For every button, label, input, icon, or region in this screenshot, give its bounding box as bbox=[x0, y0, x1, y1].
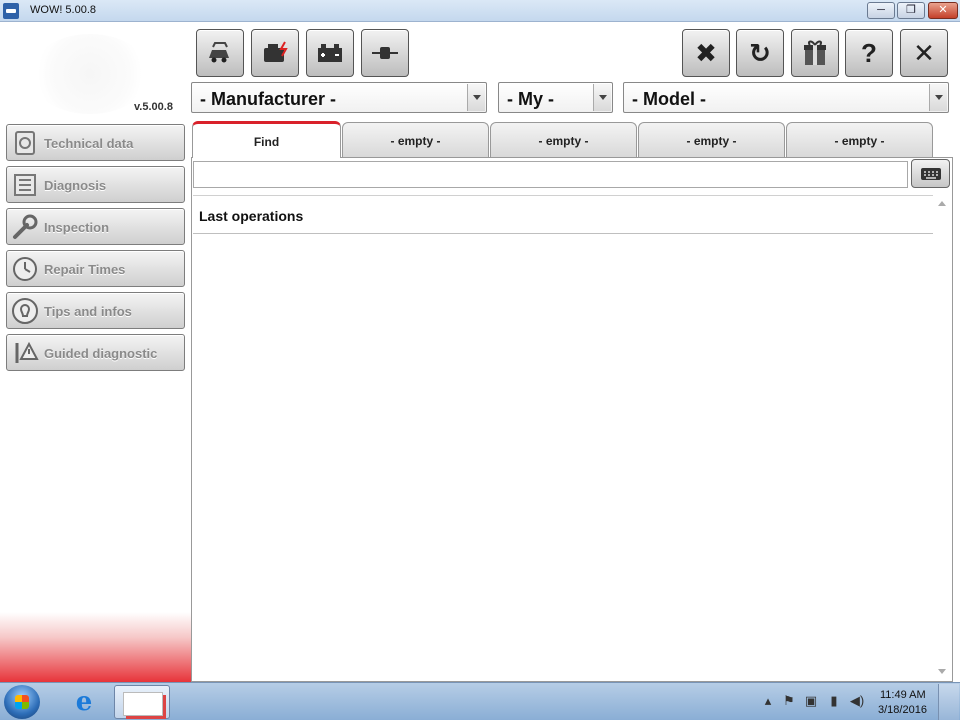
clock-time[interactable]: 11:49 AM bbox=[880, 689, 926, 701]
sidebar-item-diagnosis[interactable]: Diagnosis bbox=[6, 166, 185, 203]
vehicles-button[interactable] bbox=[196, 29, 244, 77]
window-close-button[interactable]: ✕ bbox=[928, 2, 958, 19]
sidebar-item-technical-data[interactable]: Technical data bbox=[6, 124, 185, 161]
sidebar-item-label: Repair Times bbox=[44, 262, 126, 277]
version-label: v.5.00.8 bbox=[134, 101, 173, 113]
sidebar-item-label: Technical data bbox=[44, 136, 134, 151]
scroll-up-icon[interactable] bbox=[938, 201, 946, 206]
internet-explorer-icon[interactable]: e bbox=[70, 688, 98, 716]
help-button[interactable]: ? bbox=[845, 29, 893, 77]
tab-find[interactable]: Find bbox=[192, 121, 341, 158]
plug-icon bbox=[372, 47, 398, 59]
minimize-button[interactable]: ─ bbox=[867, 2, 895, 19]
lightbulb-icon bbox=[10, 296, 40, 326]
close-icon: ✕ bbox=[938, 4, 948, 16]
keyboard-icon bbox=[920, 167, 941, 180]
engine-button[interactable] bbox=[251, 29, 299, 77]
settings-tools-button[interactable]: ✖ bbox=[682, 29, 730, 77]
last-operations-title: Last operations bbox=[199, 208, 304, 224]
wrench-icon bbox=[10, 212, 40, 242]
tray-expand-icon[interactable]: ▴ bbox=[760, 693, 776, 709]
vertical-scrollbar[interactable] bbox=[933, 195, 950, 680]
taskbar: e ▴ ⚑ ▣ ▮ ◀) 11:49 AM 3/18/2016 bbox=[0, 682, 960, 720]
minimize-icon: ─ bbox=[877, 4, 885, 16]
action-center-icon[interactable]: ⚑ bbox=[781, 693, 797, 709]
logo-watermark bbox=[30, 34, 150, 114]
network-icon[interactable]: ▮ bbox=[826, 693, 842, 709]
sidebar-item-tips[interactable]: Tips and infos bbox=[6, 292, 185, 329]
last-operations-list: Last operations bbox=[193, 195, 933, 680]
update-button[interactable]: ↻ bbox=[736, 29, 784, 77]
taskbar-app-button[interactable] bbox=[114, 685, 170, 719]
tab-label: Find bbox=[253, 135, 280, 149]
sidebar-item-label: Guided diagnostic bbox=[44, 346, 158, 361]
my-value: - My - bbox=[507, 89, 554, 109]
battery-icon bbox=[318, 44, 342, 62]
refresh-icon: ↻ bbox=[749, 38, 771, 68]
manufacturer-value: - Manufacturer - bbox=[200, 89, 337, 109]
tab-empty-2[interactable]: - empty - bbox=[490, 122, 637, 157]
car-manual-icon bbox=[10, 128, 40, 158]
sidebar-item-label: Tips and infos bbox=[44, 304, 132, 319]
tools-icon: ✖ bbox=[695, 38, 717, 68]
maximize-button[interactable]: ❐ bbox=[897, 2, 925, 19]
chevron-down-icon[interactable] bbox=[593, 84, 611, 111]
device-icon[interactable]: ▣ bbox=[803, 693, 819, 709]
gift-button[interactable] bbox=[791, 29, 839, 77]
volume-icon[interactable]: ◀) bbox=[849, 693, 865, 709]
tab-empty-1[interactable]: - empty - bbox=[342, 122, 489, 157]
car-stack-icon bbox=[209, 42, 229, 63]
sidebar-item-guided-diagnostic[interactable]: Guided diagnostic bbox=[6, 334, 185, 371]
keyboard-button[interactable] bbox=[911, 159, 950, 188]
model-value: - Model - bbox=[632, 89, 706, 109]
battery-button[interactable] bbox=[306, 29, 354, 77]
connector-button[interactable] bbox=[361, 29, 409, 77]
engine-icon bbox=[264, 41, 288, 62]
close-app-button[interactable]: ✕ bbox=[900, 29, 948, 77]
sidebar-item-label: Diagnosis bbox=[44, 178, 107, 193]
help-icon: ? bbox=[861, 38, 877, 68]
chevron-down-icon[interactable] bbox=[929, 84, 947, 111]
clock-date[interactable]: 3/18/2016 bbox=[878, 704, 927, 716]
tab-label: - empty - bbox=[686, 134, 737, 148]
gift-icon bbox=[804, 40, 826, 65]
sidebar-item-label: Inspection bbox=[44, 220, 110, 235]
show-desktop-button[interactable] bbox=[938, 684, 959, 720]
sidebar-item-repair-times[interactable]: Repair Times bbox=[6, 250, 185, 287]
tab-empty-3[interactable]: - empty - bbox=[638, 122, 785, 157]
ecu-diagnosis-icon bbox=[10, 170, 40, 200]
clock-icon bbox=[10, 254, 40, 284]
window-titlebar: WOW! 5.00.8 ─ ❐ ✕ bbox=[0, 0, 960, 22]
start-button[interactable] bbox=[4, 685, 40, 719]
tab-label: - empty - bbox=[834, 134, 885, 148]
search-input[interactable] bbox=[193, 161, 908, 188]
warning-probe-icon bbox=[10, 338, 40, 368]
model-select[interactable]: - Model - bbox=[623, 82, 949, 113]
divider bbox=[193, 233, 933, 234]
chevron-down-icon[interactable] bbox=[467, 84, 485, 111]
my-select[interactable]: - My - bbox=[498, 82, 613, 113]
manufacturer-select[interactable]: - Manufacturer - bbox=[191, 82, 487, 113]
close-icon: ✕ bbox=[913, 38, 935, 68]
sidebar-item-inspection[interactable]: Inspection bbox=[6, 208, 185, 245]
tab-empty-4[interactable]: - empty - bbox=[786, 122, 933, 157]
window-title: WOW! 5.00.8 bbox=[30, 4, 97, 16]
tab-label: - empty - bbox=[538, 134, 589, 148]
tab-label: - empty - bbox=[390, 134, 441, 148]
restore-icon: ❐ bbox=[906, 4, 916, 16]
app-icon bbox=[3, 3, 19, 19]
scroll-down-icon[interactable] bbox=[938, 669, 946, 674]
